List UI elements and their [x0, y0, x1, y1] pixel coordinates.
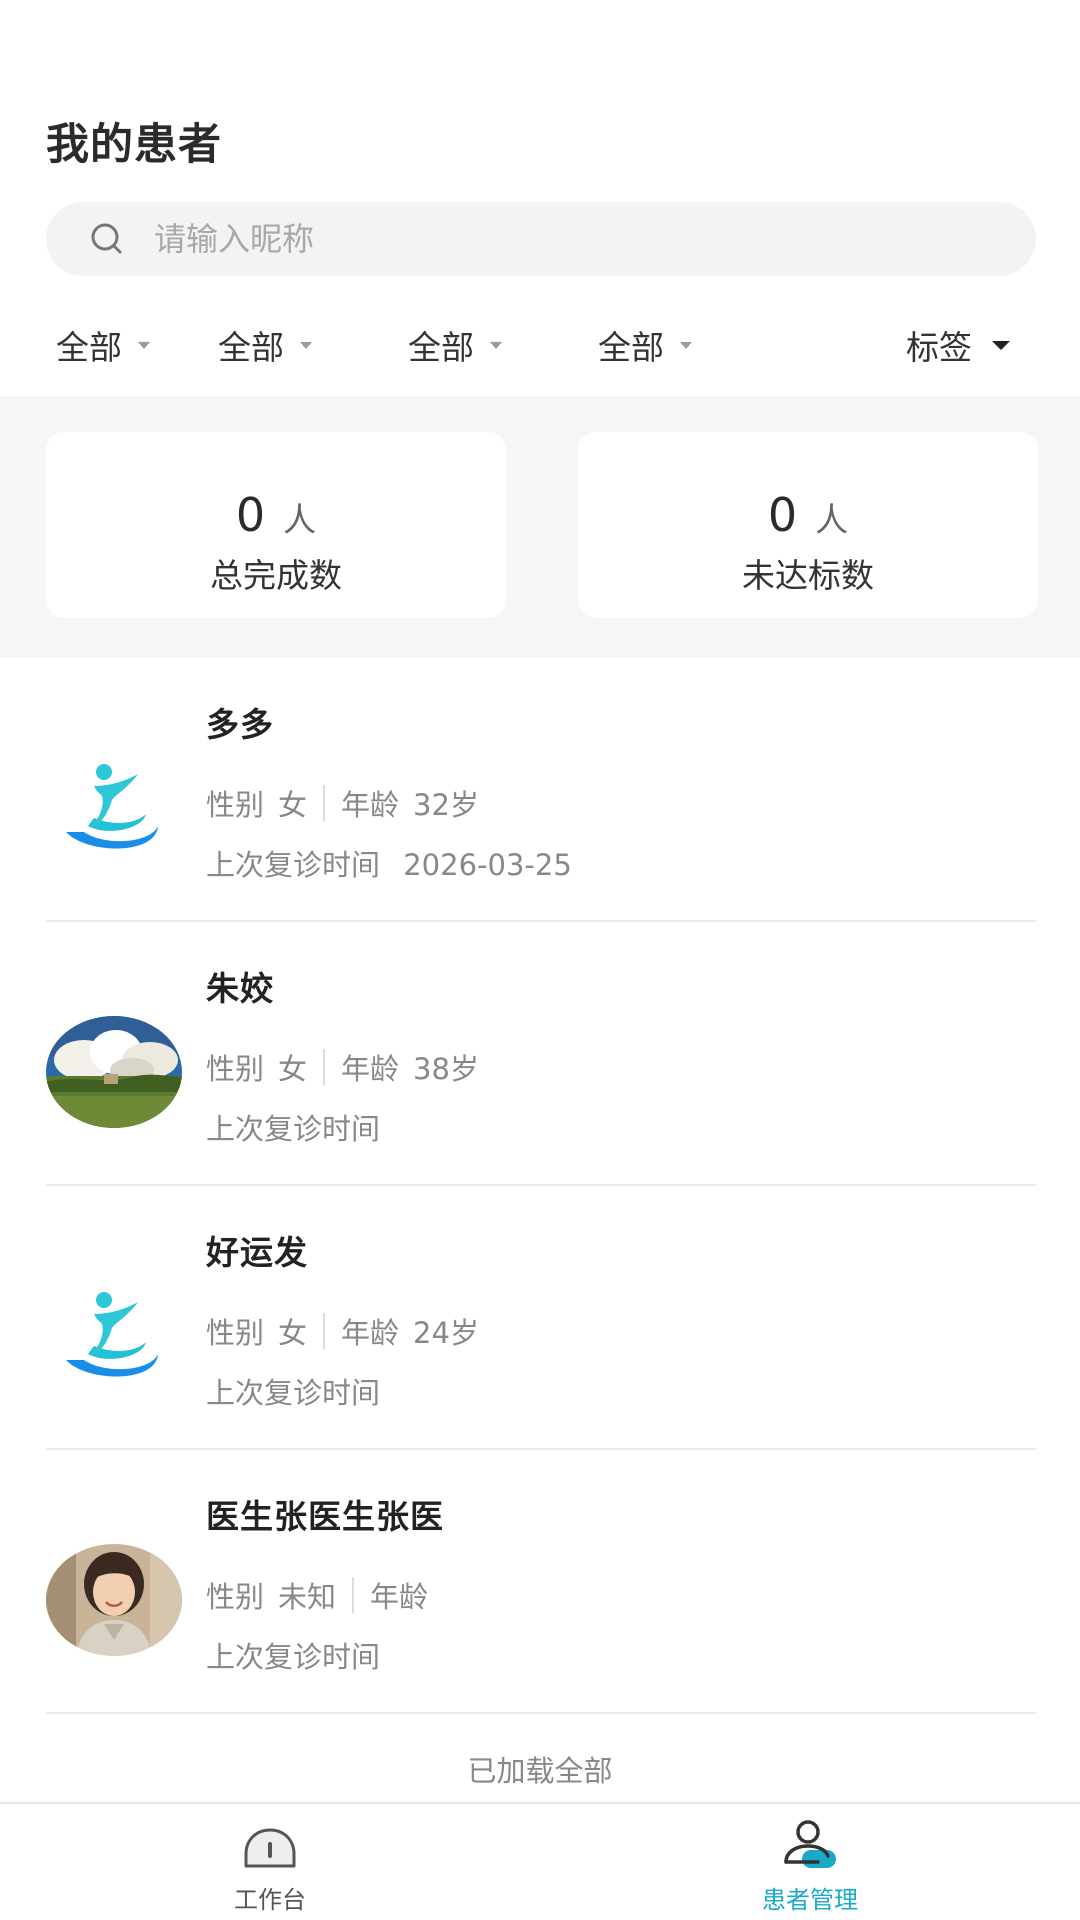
last-visit-label: 上次复诊时间 — [206, 1376, 381, 1410]
patient-list-item[interactable]: 朱姣 性别 女 年龄 38岁 上次复诊时间 — [46, 922, 1036, 1186]
last-visit: 上次复诊时间 2026-03-25 — [206, 842, 572, 884]
patient-info: 性别 女 年龄 32岁 — [206, 782, 479, 824]
nav-workbench[interactable]: 工作台 — [170, 1804, 370, 1920]
gender-label: 性别 — [206, 1316, 265, 1350]
landscape-photo-icon — [46, 1016, 182, 1128]
age-value: 32岁 — [413, 788, 479, 822]
caret-down-icon — [490, 341, 502, 349]
last-visit-label: 上次复诊时间 — [206, 1112, 381, 1146]
caret-down-icon — [138, 341, 150, 349]
filter-label: 标签 — [906, 328, 972, 367]
bottom-navigation: 工作台 患者管理 — [0, 1802, 1080, 1920]
filter-label: 全部 — [56, 328, 122, 367]
divider — [323, 785, 326, 821]
patient-info: 性别 未知 年龄 — [206, 1574, 442, 1616]
filter-label: 全部 — [218, 328, 284, 367]
gender-label: 性别 — [206, 1580, 265, 1614]
stat-unit: 人 — [815, 500, 849, 539]
caret-down-icon — [680, 341, 692, 349]
last-visit: 上次复诊时间 — [206, 1370, 394, 1412]
completed-stat-card[interactable]: 0人 总完成数 — [46, 432, 506, 618]
last-visit: 上次复诊时间 — [206, 1634, 394, 1676]
filter-bar: 全部 全部 全部 全部 标签 — [0, 310, 1080, 380]
search-input[interactable] — [154, 220, 954, 258]
divider — [352, 1577, 355, 1613]
gender-value: 未知 — [278, 1580, 337, 1614]
avatar — [46, 1544, 182, 1656]
filter-dropdown-4[interactable]: 全部 — [598, 310, 692, 380]
age-value: 38岁 — [413, 1052, 479, 1086]
person-photo-icon — [46, 1544, 182, 1656]
patient-list-item[interactable]: 多多 性别 女 年龄 32岁 上次复诊时间 2026-03-25 — [46, 658, 1036, 922]
caret-down-icon — [300, 341, 312, 349]
filter-dropdown-1[interactable]: 全部 — [56, 310, 150, 380]
age-value: 24岁 — [413, 1316, 479, 1350]
filter-dropdown-2[interactable]: 全部 — [218, 310, 312, 380]
age-label: 年龄 — [341, 1052, 400, 1086]
gender-label: 性别 — [206, 788, 265, 822]
page-title: 我的患者 — [46, 120, 222, 170]
not-reached-stat-card[interactable]: 0人 未达标数 — [578, 432, 1038, 618]
patient-list-item[interactable]: 好运发 性别 女 年龄 24岁 上次复诊时间 — [46, 1186, 1036, 1450]
search-icon — [91, 223, 122, 254]
stat-label: 总完成数 — [210, 556, 342, 595]
avatar — [46, 1016, 182, 1128]
patient-name: 好运发 — [206, 1233, 308, 1272]
divider — [323, 1049, 326, 1085]
age-label: 年龄 — [341, 1316, 400, 1350]
stat-unit: 人 — [283, 500, 317, 539]
tag-filter-dropdown[interactable]: 标签 — [906, 310, 1010, 380]
divider — [323, 1313, 326, 1349]
filter-label: 全部 — [598, 328, 664, 367]
last-visit: 上次复诊时间 — [206, 1106, 394, 1148]
stat-value: 0 — [767, 488, 798, 542]
stat-label: 未达标数 — [742, 556, 874, 595]
nav-label: 工作台 — [234, 1886, 306, 1914]
stats-section: 0人 总完成数 0人 未达标数 — [0, 396, 1080, 658]
avatar — [46, 752, 182, 864]
avatar — [46, 1280, 182, 1392]
filter-dropdown-3[interactable]: 全部 — [408, 310, 502, 380]
last-visit-label: 上次复诊时间 — [206, 1640, 381, 1674]
last-visit-date: 2026-03-25 — [403, 848, 572, 882]
nav-label: 患者管理 — [762, 1886, 858, 1914]
page: 我的患者 全部 全部 全部 全部 标签 — [0, 0, 1080, 1920]
patient-list-item[interactable]: 医生张医生张医 性别 未知 年龄 上次复诊时间 — [46, 1450, 1036, 1714]
nav-patient-management[interactable]: 患者管理 — [710, 1804, 910, 1920]
last-visit-label: 上次复诊时间 — [206, 848, 381, 882]
search-bar[interactable] — [46, 202, 1036, 276]
app-logo-icon — [46, 752, 182, 864]
stat-value: 0 — [235, 488, 266, 542]
workbench-icon — [244, 1828, 296, 1868]
gender-value: 女 — [278, 1052, 308, 1086]
patient-name: 朱姣 — [206, 969, 274, 1008]
gender-label: 性别 — [206, 1052, 265, 1086]
patient-name: 多多 — [206, 705, 274, 744]
app-logo-icon — [46, 1280, 182, 1392]
patient-info: 性别 女 年龄 38岁 — [206, 1046, 479, 1088]
patient-name: 医生张医生张医 — [206, 1497, 444, 1536]
caret-down-icon — [992, 340, 1010, 350]
gender-value: 女 — [278, 1316, 308, 1350]
patient-management-icon — [784, 1820, 836, 1868]
age-label: 年龄 — [370, 1580, 429, 1614]
patient-info: 性别 女 年龄 24岁 — [206, 1310, 479, 1352]
age-label: 年龄 — [341, 788, 400, 822]
list-end-text: 已加载全部 — [467, 1754, 613, 1788]
gender-value: 女 — [278, 788, 308, 822]
filter-label: 全部 — [408, 328, 474, 367]
